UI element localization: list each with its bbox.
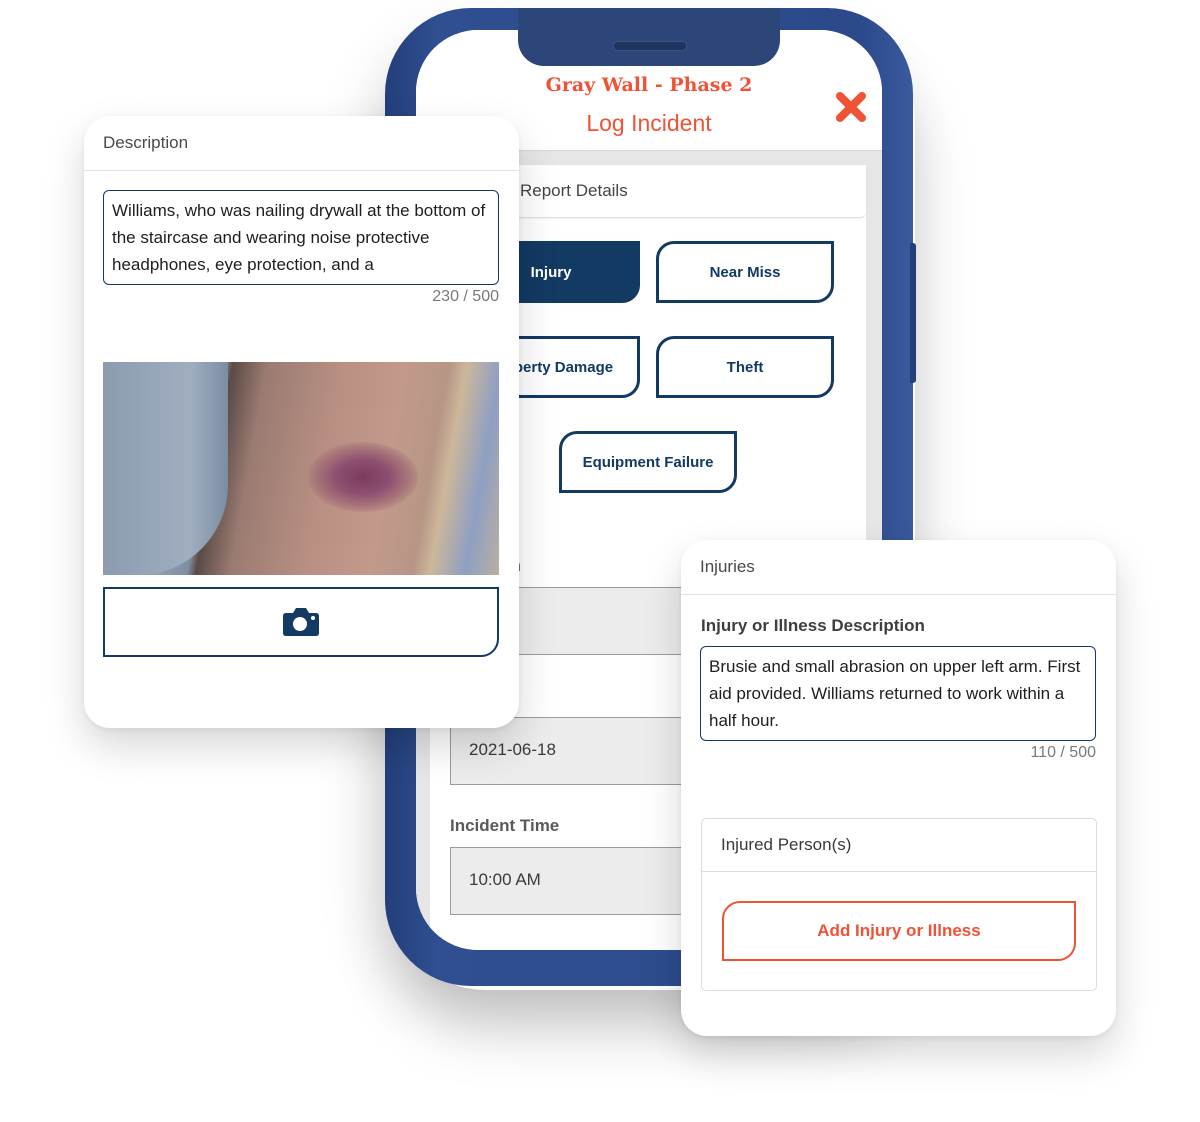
phone-speaker: [613, 41, 687, 51]
injury-description-label: Injury or Illness Description: [701, 616, 925, 635]
close-x-icon: [836, 92, 866, 122]
section-title: Report Details: [520, 181, 628, 200]
incident-photo[interactable]: [103, 362, 499, 575]
injured-persons-header: Injured Person(s): [702, 819, 1096, 872]
phone-notch: [518, 8, 780, 66]
add-injury-label: Add Injury or Illness: [817, 921, 981, 940]
card-header: Description: [84, 116, 519, 171]
time-label: Incident Time: [450, 816, 560, 835]
card-title: Description: [103, 133, 189, 152]
phone-side-button: [910, 243, 916, 383]
injury-char-counter: 110 / 500: [1030, 744, 1096, 761]
type-button-near-miss[interactable]: Near Miss: [656, 241, 834, 303]
card-title: Injuries: [700, 557, 755, 576]
camera-button[interactable]: [103, 587, 499, 657]
type-label: Near Miss: [709, 263, 781, 281]
project-title: Gray Wall - Phase 2: [545, 74, 753, 96]
type-button-equipment-failure[interactable]: Equipment Failure: [559, 431, 737, 493]
injured-persons-panel: Injured Person(s) Add Injury or Illness: [701, 818, 1097, 991]
description-textarea[interactable]: Williams, who was nailing drywall at the…: [103, 190, 499, 285]
type-label: Theft: [726, 358, 764, 376]
card-header: Injuries: [681, 540, 1116, 595]
add-injury-button[interactable]: Add Injury or Illness: [722, 901, 1076, 961]
type-label: Injury: [530, 263, 572, 281]
description-card: Description Williams, who was nailing dr…: [84, 116, 519, 728]
camera-icon: [283, 608, 319, 636]
close-button[interactable]: [834, 90, 868, 124]
photo-shirt: [103, 362, 228, 575]
injuries-card: Injuries Injury or Illness Description B…: [681, 540, 1116, 1036]
injured-persons-title: Injured Person(s): [721, 835, 852, 854]
type-label: Equipment Failure: [582, 453, 714, 471]
description-char-counter: 230 / 500: [432, 288, 499, 305]
photo-bruise: [308, 442, 418, 512]
injury-description-textarea[interactable]: Brusie and small abrasion on upper left …: [700, 646, 1096, 741]
type-button-theft[interactable]: Theft: [656, 336, 834, 398]
